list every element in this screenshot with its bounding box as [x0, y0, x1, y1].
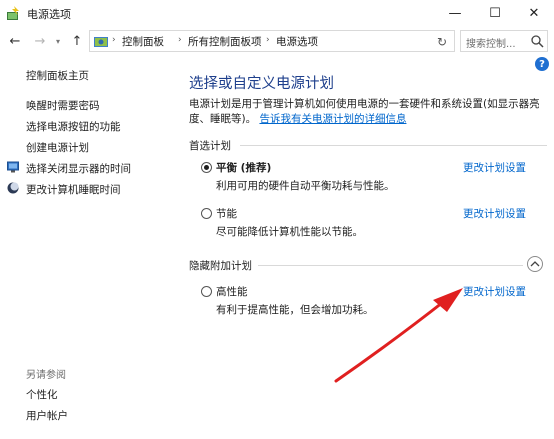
plan-name-high-performance[interactable]: 高性能 — [216, 284, 248, 299]
help-icon[interactable]: ? — [535, 57, 549, 71]
recent-locations-button[interactable]: ▾ — [52, 31, 64, 51]
plan-radio-power-saver[interactable] — [201, 208, 212, 219]
see-also-personalization[interactable]: 个性化 — [26, 387, 58, 402]
breadcrumb-control-panel[interactable]: 控制面板 — [122, 34, 164, 49]
power-plan-info-link[interactable]: 告诉我有关电源计划的详细信息 — [259, 113, 406, 125]
search-icon[interactable] — [530, 34, 544, 48]
plan-radio-high-performance[interactable] — [201, 286, 212, 297]
plan-desc-high-performance: 有利于提高性能，但会增加功耗。 — [216, 304, 374, 316]
monitor-icon — [7, 161, 19, 173]
minimize-button[interactable]: — — [435, 0, 475, 27]
sidebar-item-display-off[interactable]: 选择关闭显示器的时间 — [26, 161, 131, 176]
sidebar-item-sleep-time[interactable]: 更改计算机睡眠时间 — [26, 182, 121, 197]
section-divider — [258, 265, 523, 266]
back-button[interactable]: ← — [6, 31, 24, 51]
chevron-up-icon — [530, 261, 540, 267]
description-text: 电源计划是用于管理计算机如何使用电源的一套硬件和系统设置(如显示器亮 — [189, 98, 540, 110]
breadcrumb-power-options[interactable]: 电源选项 — [276, 34, 318, 49]
plan-desc-balanced: 利用可用的硬件自动平衡功耗与性能。 — [216, 180, 395, 192]
title-bar: 电源选项 — ☐ ✕ — [0, 0, 554, 27]
breadcrumb-separator: › — [112, 35, 116, 45]
control-panel-icon — [94, 37, 108, 47]
change-plan-settings-balanced[interactable]: 更改计划设置 — [463, 160, 526, 175]
plan-name-balanced[interactable]: 平衡 (推荐) — [216, 160, 271, 175]
page-title: 选择或自定义电源计划 — [189, 76, 334, 92]
hidden-plans-header: 隐藏附加计划 — [189, 260, 252, 272]
sidebar: 控制面板主页 唤醒时需要密码 选择电源按钮的功能 创建电源计划 选择关闭显示器的… — [0, 54, 170, 439]
section-divider — [240, 145, 547, 146]
plan-name-power-saver[interactable]: 节能 — [216, 206, 237, 221]
sidebar-item-wake-password[interactable]: 唤醒时需要密码 — [26, 98, 100, 113]
navigation-bar: ← → ▾ ↑ › 控制面板 › 所有控制面板项 › 电源选项 ▾ ↻ 搜索控制… — [0, 27, 554, 54]
description-text: 度、睡眠等)。 — [189, 113, 257, 125]
sidebar-item-create-plan[interactable]: 创建电源计划 — [26, 140, 89, 155]
see-also-user-accounts[interactable]: 用户帐户 — [26, 408, 68, 423]
search-input[interactable]: 搜索控制... — [466, 35, 516, 50]
search-box[interactable]: 搜索控制... — [460, 30, 548, 52]
preferred-plans-header: 首选计划 — [189, 140, 231, 152]
up-button[interactable]: ↑ — [68, 31, 86, 51]
sidebar-item-power-button[interactable]: 选择电源按钮的功能 — [26, 119, 121, 134]
sidebar-home-link[interactable]: 控制面板主页 — [26, 68, 89, 83]
moon-icon — [7, 182, 19, 194]
plan-radio-balanced[interactable] — [201, 162, 212, 173]
forward-button[interactable]: → — [31, 31, 49, 51]
close-button[interactable]: ✕ — [514, 0, 554, 27]
address-bar[interactable]: › 控制面板 › 所有控制面板项 › 电源选项 ▾ — [89, 30, 507, 52]
plan-desc-power-saver: 尽可能降低计算机性能以节能。 — [216, 226, 363, 238]
maximize-button[interactable]: ☐ — [475, 0, 515, 27]
breadcrumb-all-items[interactable]: 所有控制面板项 — [188, 34, 262, 49]
change-plan-settings-power-saver[interactable]: 更改计划设置 — [463, 206, 526, 221]
breadcrumb-separator: › — [178, 35, 182, 45]
breadcrumb-separator: › — [266, 35, 270, 45]
page-description: 电源计划是用于管理计算机如何使用电源的一套硬件和系统设置(如显示器亮 度、睡眠等… — [189, 97, 547, 127]
refresh-button[interactable]: ↻ — [432, 33, 452, 50]
see-also-heading: 另请参阅 — [26, 370, 66, 381]
change-plan-settings-high-performance[interactable]: 更改计划设置 — [463, 284, 526, 299]
power-options-icon — [7, 6, 19, 20]
collapse-hidden-plans-button[interactable] — [527, 256, 543, 272]
window-title: 电源选项 — [27, 8, 71, 21]
